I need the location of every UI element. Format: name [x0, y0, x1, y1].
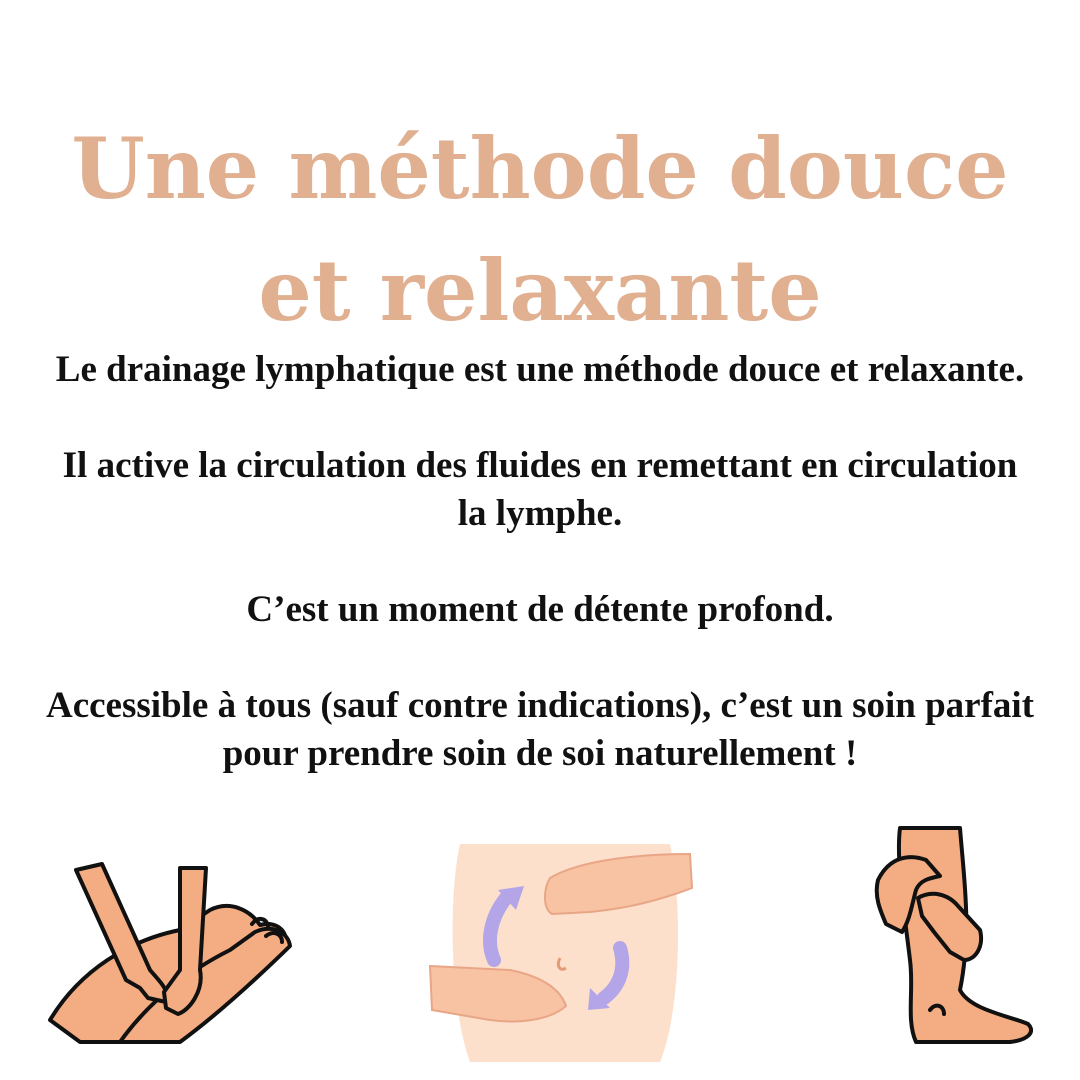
paragraph-1: Le drainage lymphatique est une méthode …	[0, 346, 1080, 394]
paragraph-line: pour prendre soin de soi naturellement !	[222, 733, 858, 774]
paragraph-2: Il active la circulation des fluides en …	[0, 442, 1080, 538]
title-line-2: et relaxante	[258, 241, 822, 341]
paragraph-line: la lymphe.	[457, 493, 623, 534]
calf-massage-icon	[860, 820, 1050, 1060]
page-title: Une méthode douce et relaxante	[0, 108, 1080, 352]
paragraph-line: Le drainage lymphatique est une méthode …	[55, 349, 1025, 390]
paragraph-line: Accessible à tous (sauf contre indicatio…	[45, 685, 1034, 726]
title-line-1: Une méthode douce	[71, 119, 1009, 219]
paragraph-line: Il active la circulation des fluides en …	[62, 445, 1018, 486]
paragraph-3: C’est un moment de détente profond.	[0, 586, 1080, 634]
legs-massage-icon	[40, 820, 300, 1060]
paragraph-4: Accessible à tous (sauf contre indicatio…	[0, 682, 1080, 778]
paragraph-line: C’est un moment de détente profond.	[246, 589, 834, 630]
page: Une méthode douce et relaxante Le draina…	[0, 0, 1080, 1080]
belly-massage-icon	[420, 838, 710, 1068]
description: Le drainage lymphatique est une méthode …	[0, 346, 1080, 778]
